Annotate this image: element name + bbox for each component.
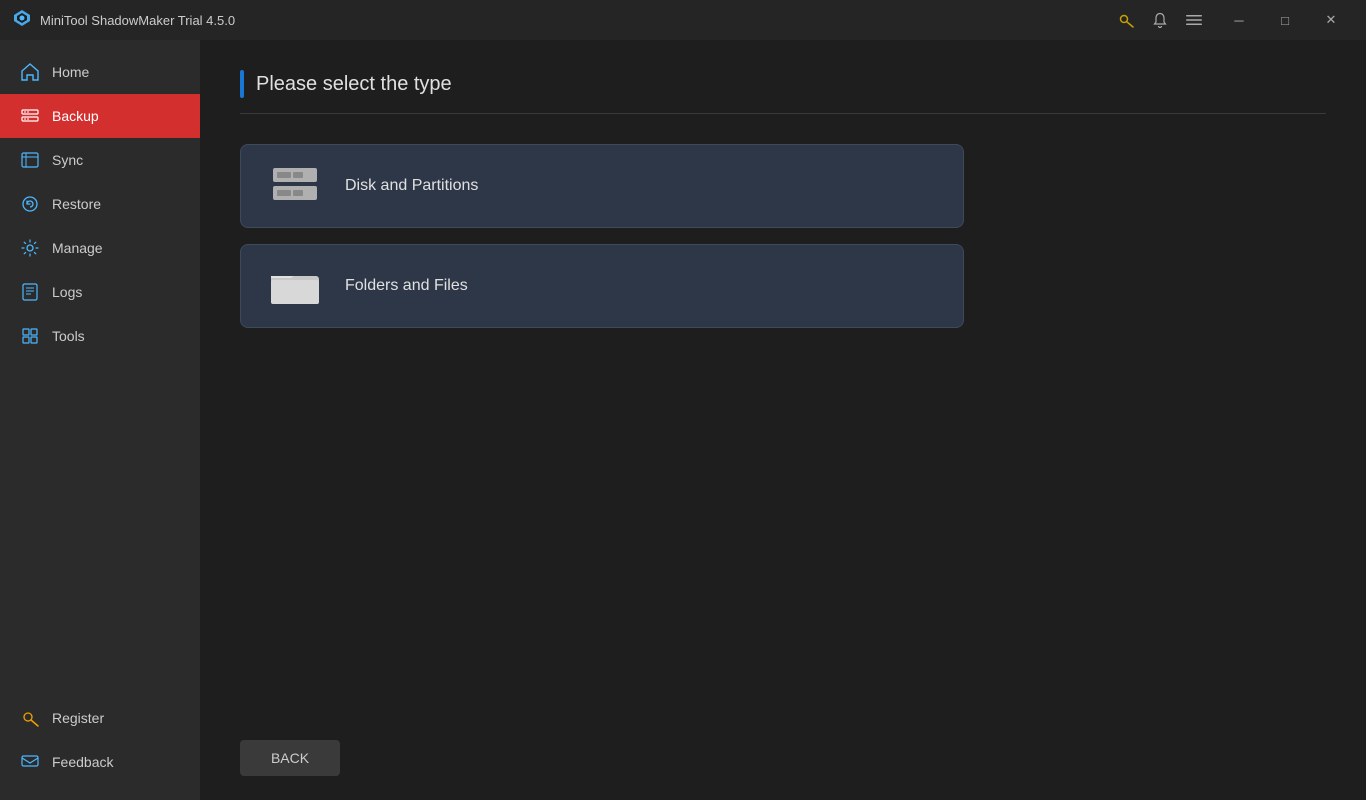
page-title: Please select the type <box>256 73 452 96</box>
window-controls: ─ □ ✕ <box>1216 4 1354 36</box>
main-layout: Home Backup <box>0 40 1366 800</box>
sync-label: Sync <box>52 152 83 168</box>
back-button-container: BACK <box>240 740 340 776</box>
tools-label: Tools <box>52 328 85 344</box>
backup-label: Backup <box>52 108 99 124</box>
manage-icon <box>20 238 40 258</box>
sidebar-item-logs[interactable]: Logs <box>0 270 200 314</box>
sidebar-item-tools[interactable]: Tools <box>0 314 200 358</box>
backup-icon <box>20 106 40 126</box>
app-logo-icon <box>12 8 32 33</box>
home-label: Home <box>52 64 89 80</box>
back-button[interactable]: BACK <box>240 740 340 776</box>
heading-accent-bar <box>240 70 244 98</box>
disk-partitions-card[interactable]: Disk and Partitions <box>240 144 964 228</box>
restore-button[interactable]: □ <box>1262 4 1308 36</box>
sidebar-item-register[interactable]: Register <box>0 696 200 740</box>
sidebar-item-manage[interactable]: Manage <box>0 226 200 270</box>
tools-icon <box>20 326 40 346</box>
home-icon <box>20 62 40 82</box>
sync-icon <box>20 150 40 170</box>
sidebar-item-backup[interactable]: Backup <box>0 94 200 138</box>
folders-files-icon <box>269 264 321 308</box>
disk-partitions-icon <box>269 164 321 208</box>
sidebar-item-feedback[interactable]: Feedback <box>0 740 200 784</box>
title-bar-controls <box>1112 6 1208 34</box>
logs-icon <box>20 282 40 302</box>
app-title: MiniTool ShadowMaker Trial 4.5.0 <box>40 13 235 28</box>
sidebar-item-sync[interactable]: Sync <box>0 138 200 182</box>
notification-icon[interactable] <box>1146 6 1174 34</box>
sidebar-bottom: Register Feedback <box>0 696 200 800</box>
key-icon[interactable] <box>1112 6 1140 34</box>
sidebar-item-restore[interactable]: Restore <box>0 182 200 226</box>
logs-label: Logs <box>52 284 82 300</box>
close-button[interactable]: ✕ <box>1308 4 1354 36</box>
minimize-button[interactable]: ─ <box>1216 4 1262 36</box>
sidebar: Home Backup <box>0 40 200 800</box>
type-cards: Disk and Partitions Folder <box>240 144 1326 328</box>
app-logo: MiniTool ShadowMaker Trial 4.5.0 <box>12 8 235 33</box>
manage-label: Manage <box>52 240 103 256</box>
restore-label: Restore <box>52 196 101 212</box>
register-label: Register <box>52 710 104 726</box>
page-heading: Please select the type <box>240 70 1326 114</box>
feedback-label: Feedback <box>52 754 113 770</box>
folders-files-card[interactable]: Folders and Files <box>240 244 964 328</box>
folders-files-label: Folders and Files <box>345 277 468 295</box>
content-area: Please select the type <box>200 40 1366 800</box>
restore-icon <box>20 194 40 214</box>
title-bar: MiniTool ShadowMaker Trial 4.5.0 ─ <box>0 0 1366 40</box>
menu-icon[interactable] <box>1180 6 1208 34</box>
disk-partitions-label: Disk and Partitions <box>345 177 478 195</box>
feedback-icon <box>20 752 40 772</box>
register-icon <box>20 708 40 728</box>
sidebar-item-home[interactable]: Home <box>0 50 200 94</box>
